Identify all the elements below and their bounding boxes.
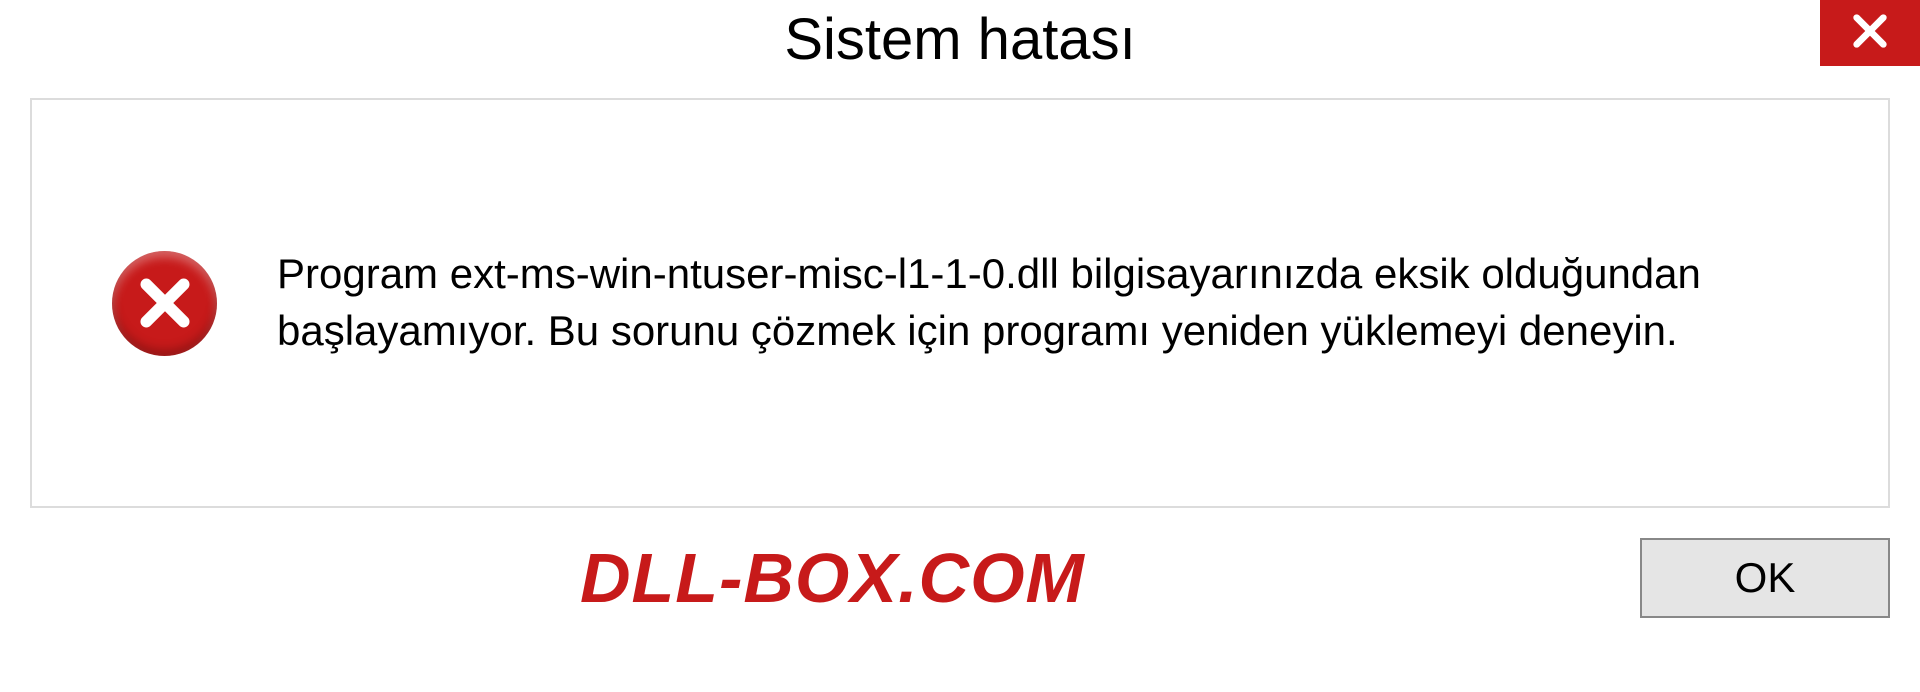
watermark-text: DLL-BOX.COM <box>30 538 1085 618</box>
dialog-title: Sistem hatası <box>0 0 1920 73</box>
dialog-message: Program ext-ms-win-ntuser-misc-l1-1-0.dl… <box>277 246 1838 359</box>
dialog-footer: DLL-BOX.COM OK <box>0 528 1920 628</box>
ok-button[interactable]: OK <box>1640 538 1890 618</box>
titlebar: Sistem hatası <box>0 0 1920 88</box>
dialog-content: Program ext-ms-win-ntuser-misc-l1-1-0.dl… <box>30 98 1890 508</box>
error-icon <box>112 251 217 356</box>
close-icon <box>1850 11 1890 56</box>
close-button[interactable] <box>1820 0 1920 66</box>
